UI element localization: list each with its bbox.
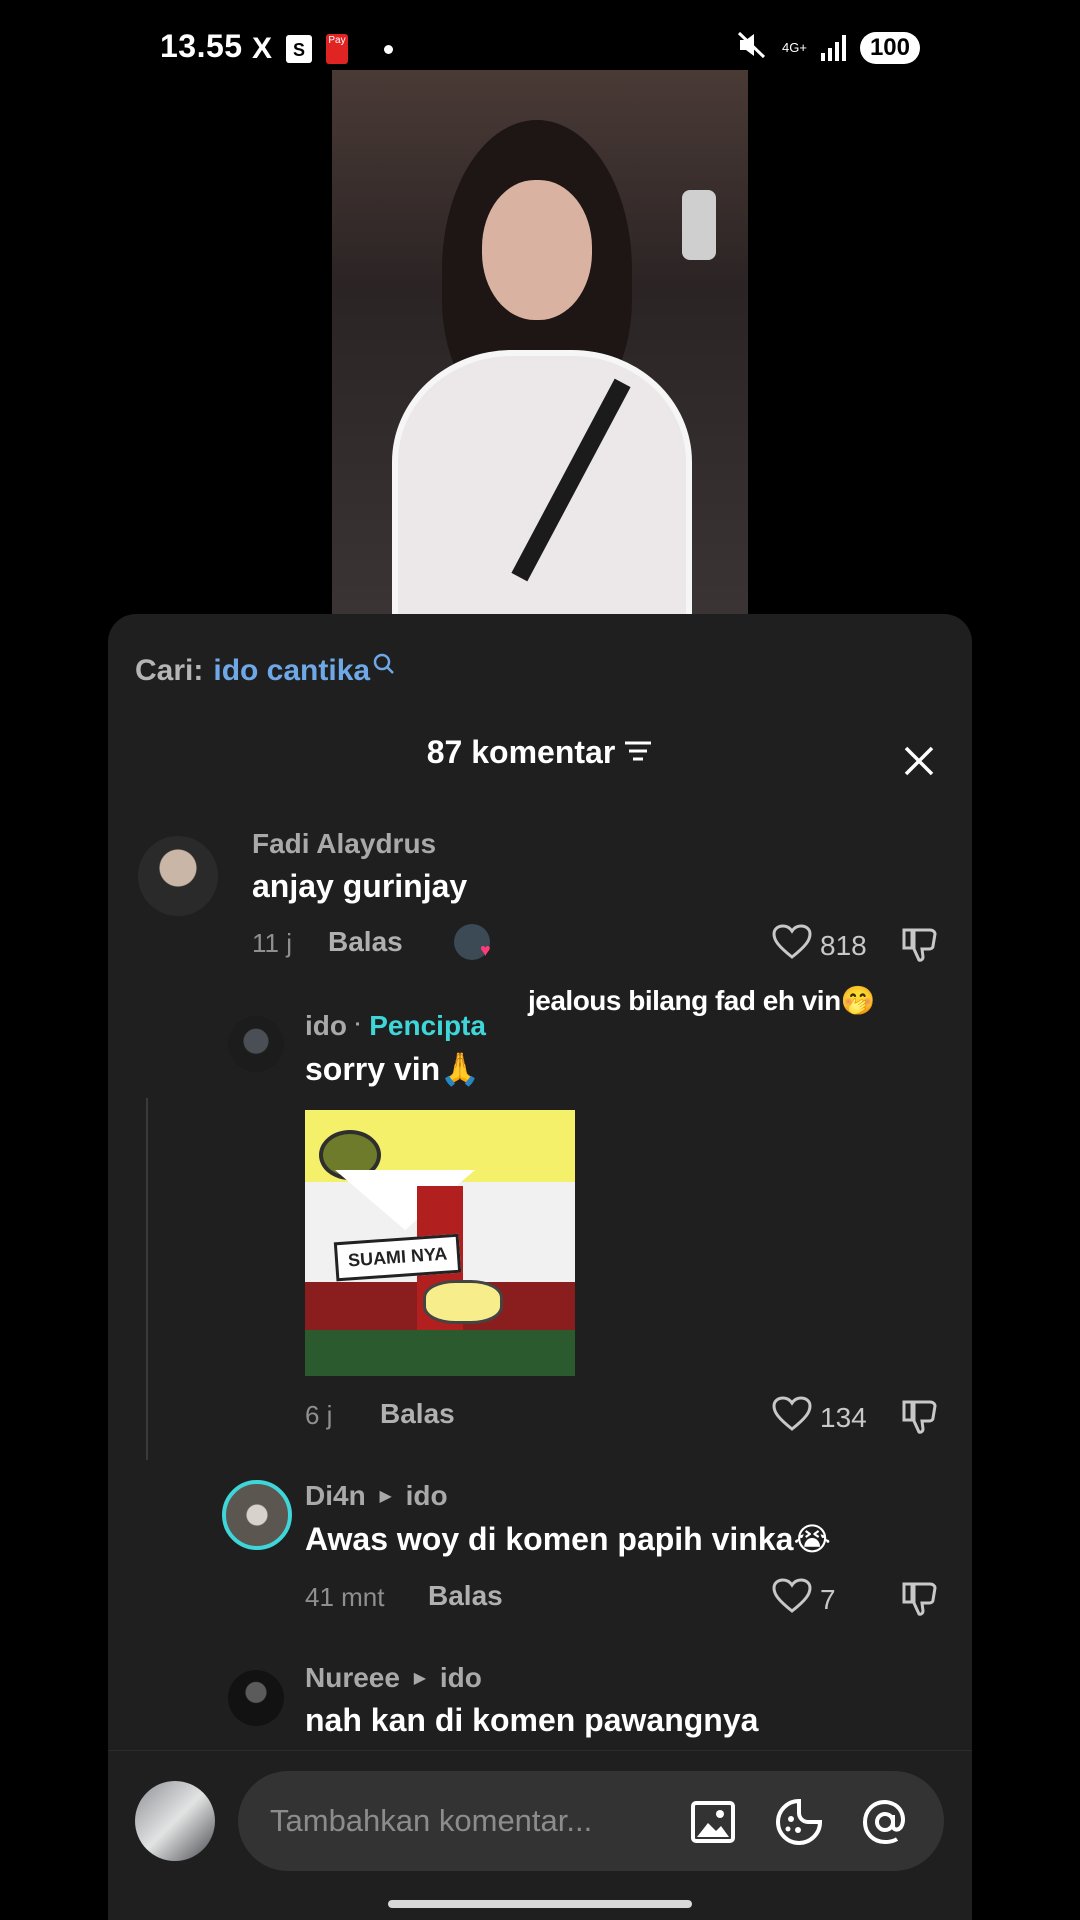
comment-text: nah kan di komen pawangnya	[305, 1702, 759, 1738]
comment-text: anjay gurinjay	[252, 868, 468, 904]
comment-username[interactable]: Nureee ▶ ido	[305, 1662, 482, 1694]
comment-input[interactable]: Tambahkan komentar...	[238, 1771, 944, 1871]
dislike-icon[interactable]	[900, 924, 940, 964]
my-avatar[interactable]	[135, 1781, 215, 1861]
like-button[interactable]: 7	[772, 1578, 836, 1621]
avatar[interactable]	[138, 836, 218, 916]
comment-image[interactable]: SUAMI NYA	[305, 1110, 575, 1376]
dislike-icon[interactable]	[900, 1396, 940, 1436]
search-icon	[372, 650, 396, 684]
heart-icon	[772, 1578, 812, 1621]
reply-arrow-icon: ▶	[413, 1670, 427, 1687]
video-thumbnail[interactable]	[332, 70, 748, 614]
reply-arrow-icon: ▶	[379, 1488, 392, 1505]
comments-header: 87 komentar	[108, 734, 972, 794]
search-prefix: Cari:	[135, 654, 204, 687]
reply-button[interactable]: Balas	[428, 1580, 503, 1612]
status-time: 13.55	[160, 28, 243, 64]
heart-icon: ♥	[480, 940, 491, 960]
reply-button[interactable]: Balas	[328, 926, 403, 958]
avatar[interactable]	[228, 1670, 284, 1726]
home-indicator[interactable]	[388, 1900, 692, 1908]
comment-text: sorry vin🙏	[305, 1051, 481, 1087]
creator-badge: Pencipta	[369, 1010, 486, 1041]
comment-username[interactable]: ido · Pencipta	[305, 1010, 486, 1042]
emoji-icon[interactable]	[774, 1797, 824, 1847]
reply-button[interactable]: Balas	[380, 1398, 455, 1430]
like-button[interactable]: 134	[772, 1396, 867, 1439]
comment-input-placeholder: Tambahkan komentar...	[270, 1803, 593, 1838]
network-type: 4G+	[782, 39, 807, 55]
shop-app-icon: S	[286, 35, 313, 63]
heart-icon	[772, 1396, 812, 1439]
battery-level: 100	[859, 31, 920, 64]
status-system-icons: 4G+ 100	[736, 30, 920, 65]
like-count: 7	[820, 1583, 836, 1615]
more-notifications-dot	[384, 44, 394, 54]
avatar[interactable]	[228, 1016, 284, 1072]
like-count: 818	[820, 929, 867, 961]
comment-time: 41 mnt	[305, 1582, 385, 1612]
heart-icon	[772, 924, 812, 967]
search-query[interactable]: ido cantika	[213, 654, 370, 688]
thread-line	[146, 1098, 148, 1460]
comment-username[interactable]: Di4n ▶ ido	[305, 1480, 448, 1512]
comments-count-title: 87 komentar	[426, 734, 616, 770]
signal-icon	[820, 34, 846, 61]
close-icon[interactable]	[896, 738, 942, 784]
image-icon[interactable]	[688, 1797, 738, 1847]
comment-time: 11 j	[252, 928, 292, 958]
pay-app-icon: Pay	[326, 34, 349, 64]
like-button[interactable]: 818	[772, 924, 867, 967]
like-count: 134	[820, 1401, 867, 1433]
status-notification-icons: X S Pay	[252, 32, 394, 66]
avatar[interactable]	[222, 1480, 292, 1550]
comment-time: 6 j	[305, 1400, 333, 1430]
video-overlay-caption: jealous bilang fad eh vin🤭	[528, 985, 876, 1016]
search-suggestion[interactable]: Cari: ido cantika	[135, 653, 396, 688]
filter-icon[interactable]	[623, 734, 653, 771]
comment-username[interactable]: Fadi Alaydrus	[252, 828, 436, 860]
mention-icon[interactable]	[860, 1797, 910, 1847]
comment-text: Awas woy di komen papih vinka😭	[305, 1521, 831, 1557]
dislike-icon[interactable]	[900, 1578, 940, 1618]
x-app-icon: X	[252, 32, 273, 65]
mute-icon	[736, 30, 768, 65]
comment-input-bar: Tambahkan komentar...	[108, 1750, 972, 1920]
comments-sheet: Cari: ido cantika 87 komentar Fadi Alayd…	[108, 614, 972, 1920]
